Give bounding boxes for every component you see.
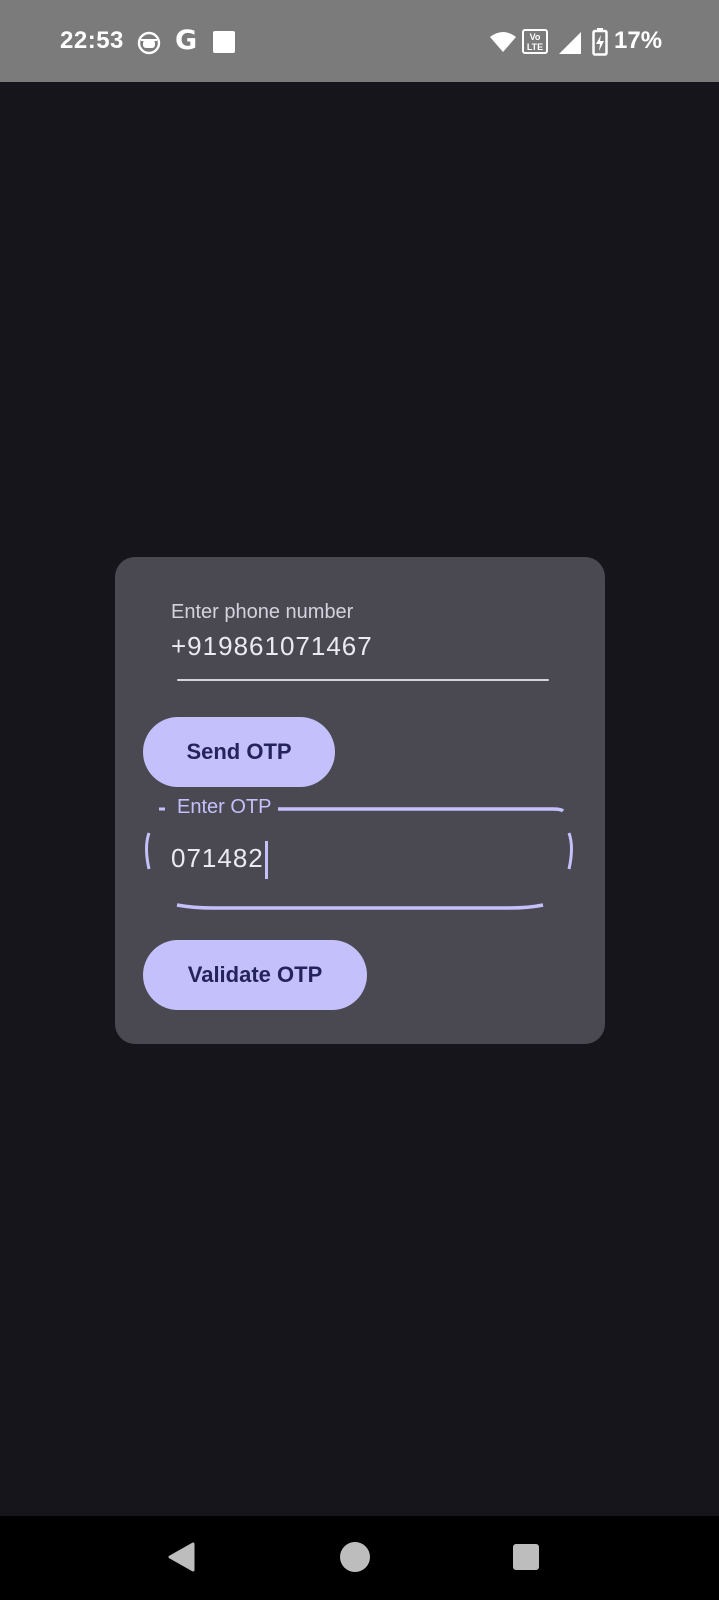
text-cursor — [264, 841, 268, 879]
battery-percent: 17% — [614, 27, 663, 54]
navigation-bar — [0, 1516, 719, 1600]
phone-field-underline — [177, 679, 549, 681]
google-icon: G — [175, 25, 198, 56]
otp-field-label: Enter OTP — [171, 796, 278, 819]
battery-charging-icon — [592, 28, 608, 56]
validate-otp-button[interactable]: Validate OTP — [143, 940, 367, 1010]
send-otp-button[interactable]: Send OTP — [143, 717, 335, 787]
phone-field-label: Enter phone number — [171, 601, 354, 623]
cellular-signal-icon — [559, 32, 581, 54]
home-icon[interactable] — [339, 1541, 371, 1573]
wifi-icon — [490, 32, 516, 52]
otp-card: Enter phone number +919861071467 Send OT… — [115, 557, 605, 1044]
square-notification-icon — [213, 31, 235, 53]
otp-input-text: 071482 — [171, 842, 264, 873]
volte-icon: Vo LTE — [522, 29, 548, 54]
volte-text: Vo LTE — [526, 32, 544, 52]
face-mask-icon — [137, 31, 161, 55]
status-time: 22:53 — [60, 27, 124, 54]
otp-input[interactable]: 071482 — [171, 841, 268, 879]
status-bar: 22:53 G Vo LTE 17% — [0, 0, 719, 82]
phone-number-input[interactable]: +919861071467 — [171, 631, 373, 662]
recents-icon[interactable] — [512, 1543, 540, 1571]
back-icon[interactable] — [167, 1542, 197, 1572]
